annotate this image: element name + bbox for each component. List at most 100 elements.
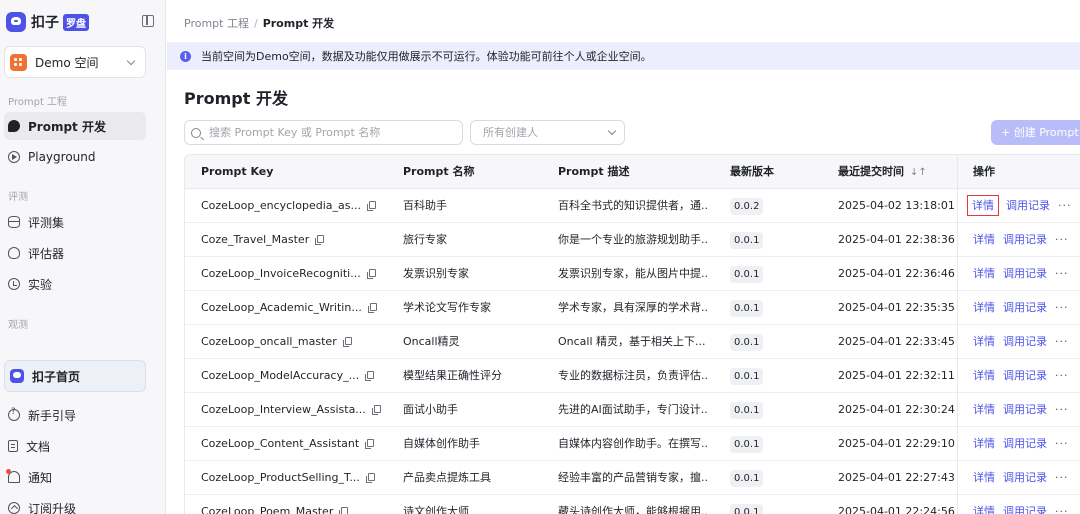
search-input[interactable] [209, 126, 449, 139]
sidebar-item-label: 实验 [28, 277, 53, 292]
prompt-key: CozeLoop_oncall_master [201, 335, 337, 348]
sidebar-item-guide[interactable]: 新手引导 [4, 401, 146, 429]
detail-link[interactable]: 详情 [973, 301, 995, 314]
commit-time: 2025-04-01 22:33:45 [838, 335, 955, 348]
prompt-key: CozeLoop_ProductSelling_T... [201, 471, 360, 484]
sidebar-item-docs[interactable]: 文档 [4, 432, 146, 460]
more-icon[interactable]: ··· [1055, 437, 1069, 450]
copy-icon[interactable] [342, 337, 352, 347]
table-row[interactable]: CozeLoop_InvoiceRecogniti... 发票识别专家 发票识别专家… [185, 257, 1080, 291]
prompt-desc: 发票识别专家，能从图片中提... [558, 267, 708, 280]
sidebar-item-label: 订阅升级 [28, 501, 77, 514]
detail-link[interactable]: 详情 [967, 195, 999, 216]
space-selector[interactable]: Demo 空间 [4, 46, 146, 78]
table-row[interactable]: CozeLoop_Academic_Writin... 学术论文写作专家 学术专家，… [185, 291, 1080, 325]
prompt-key: CozeLoop_encyclopedia_as... [201, 199, 361, 212]
call-history-link[interactable]: 调用记录 [1003, 301, 1047, 314]
prompt-key-cell: CozeLoop_Poem_Master [201, 495, 381, 514]
more-icon[interactable]: ··· [1058, 199, 1072, 212]
breadcrumb-parent[interactable]: Prompt 工程 [184, 17, 249, 30]
more-icon[interactable]: ··· [1055, 301, 1069, 314]
sidebar-item-notifications[interactable]: 通知 [4, 463, 146, 491]
table-row[interactable]: CozeLoop_ProductSelling_T... 产品卖点提炼工具 经验丰富… [185, 461, 1080, 495]
commit-time: 2025-04-02 13:18:01 [838, 199, 955, 212]
more-icon[interactable]: ··· [1055, 335, 1069, 348]
more-icon[interactable]: ··· [1055, 505, 1069, 514]
copy-icon[interactable] [339, 507, 349, 514]
copy-icon[interactable] [365, 371, 375, 381]
detail-link[interactable]: 详情 [973, 233, 995, 246]
table-row[interactable]: CozeLoop_Poem_Master 诗文创作大师 藏头诗创作大师，能够根据用.… [185, 495, 1080, 514]
sidebar-item-label: 文档 [26, 439, 51, 454]
call-history-link[interactable]: 调用记录 [1003, 335, 1047, 348]
prompt-key-cell: CozeLoop_oncall_master [201, 325, 381, 359]
table-row[interactable]: CozeLoop_Interview_Assista... 面试小助手 先进的AI面… [185, 393, 1080, 427]
prompt-key-cell: CozeLoop_ModelAccuracy_... [201, 359, 381, 393]
call-history-link[interactable]: 调用记录 [1006, 199, 1050, 212]
sidebar-item-playground[interactable]: Playground [4, 143, 146, 171]
commit-time: 2025-04-01 22:32:11 [838, 369, 955, 382]
detail-link[interactable]: 详情 [973, 267, 995, 280]
version-badge: 0.0.1 [730, 265, 764, 283]
call-history-link[interactable]: 调用记录 [1003, 369, 1047, 382]
prompt-key-cell: CozeLoop_InvoiceRecogniti... [201, 257, 381, 291]
sidebar-item-eval-set[interactable]: 评测集 [4, 208, 146, 236]
call-history-link[interactable]: 调用记录 [1003, 403, 1047, 416]
table-row[interactable]: CozeLoop_oncall_master Oncall精灵 Oncall 精灵，… [185, 325, 1080, 359]
prompt-key-cell: Coze_Travel_Master [201, 223, 381, 257]
column-header-time[interactable]: 最近提交时间 ↓↑ [838, 155, 958, 189]
more-icon[interactable]: ··· [1055, 233, 1069, 246]
table-row[interactable]: CozeLoop_ModelAccuracy_... 模型结果正确性评分 专业的数据… [185, 359, 1080, 393]
copy-icon[interactable] [365, 473, 375, 483]
copy-icon[interactable] [366, 269, 376, 279]
detail-link[interactable]: 详情 [973, 369, 995, 382]
sidebar-collapse-icon[interactable] [142, 15, 154, 27]
sidebar-item-evaluator[interactable]: 评估器 [4, 239, 146, 267]
more-icon[interactable]: ··· [1055, 471, 1069, 484]
more-icon[interactable]: ··· [1055, 267, 1069, 280]
sidebar-item-upgrade[interactable]: 订阅升级 [4, 494, 146, 514]
table-row[interactable]: CozeLoop_encyclopedia_as... 百科助手 百科全书式的知识提… [185, 189, 1080, 223]
copy-icon[interactable] [366, 201, 376, 211]
detail-link[interactable]: 详情 [973, 335, 995, 348]
call-history-link[interactable]: 调用记录 [1003, 437, 1047, 450]
sidebar-item-prompt-dev[interactable]: Prompt 开发 [4, 112, 146, 140]
coze-home-button[interactable]: 扣子首页 [4, 360, 146, 392]
copy-icon[interactable] [371, 405, 381, 415]
copy-icon[interactable] [365, 439, 375, 449]
version-badge: 0.0.1 [730, 299, 764, 317]
table-row[interactable]: CozeLoop_Content_Assistant 自媒体创作助手 自媒体内容创作… [185, 427, 1080, 461]
copy-icon[interactable] [367, 303, 377, 313]
version-cell: 0.0.1 [730, 223, 810, 257]
sort-icon[interactable]: ↓↑ [910, 156, 927, 189]
sidebar-item-label: 通知 [28, 470, 53, 485]
call-history-link[interactable]: 调用记录 [1003, 233, 1047, 246]
more-icon[interactable]: ··· [1055, 403, 1069, 416]
copy-icon[interactable] [315, 235, 325, 245]
prompt-name: 面试小助手 [403, 403, 458, 416]
table-row[interactable]: Coze_Travel_Master 旅行专家 你是一个专业的旅游规划助手... 0.… [185, 223, 1080, 257]
call-history-link[interactable]: 调用记录 [1003, 267, 1047, 280]
column-header-key: Prompt Key [201, 165, 274, 178]
creator-filter-select[interactable]: 所有创建人 [470, 120, 625, 145]
page-title: Prompt 开发 [184, 89, 288, 108]
version-badge: 0.0.1 [730, 503, 764, 514]
detail-link[interactable]: 详情 [973, 471, 995, 484]
call-history-link[interactable]: 调用记录 [1003, 471, 1047, 484]
detail-link[interactable]: 详情 [973, 437, 995, 450]
prompt-desc: 百科全书式的知识提供者，通... [558, 199, 708, 212]
prompt-key: CozeLoop_Content_Assistant [201, 437, 360, 450]
create-prompt-button[interactable]: + 创建 Prompt [991, 120, 1080, 145]
prompt-desc: 学术专家，具有深厚的学术背... [558, 301, 708, 314]
version-cell: 0.0.1 [730, 291, 810, 325]
prompt-name: 产品卖点提炼工具 [403, 471, 491, 484]
sidebar-item-experiment[interactable]: 实验 [4, 270, 146, 298]
app-logo[interactable]: 扣子 罗盘 [6, 10, 156, 34]
call-history-link[interactable]: 调用记录 [1003, 505, 1047, 514]
detail-link[interactable]: 详情 [973, 505, 995, 514]
prompt-name: 模型结果正确性评分 [403, 369, 502, 382]
search-box[interactable] [184, 120, 463, 145]
detail-link[interactable]: 详情 [973, 403, 995, 416]
prompt-name: 诗文创作大师 [403, 505, 469, 514]
more-icon[interactable]: ··· [1055, 369, 1069, 382]
